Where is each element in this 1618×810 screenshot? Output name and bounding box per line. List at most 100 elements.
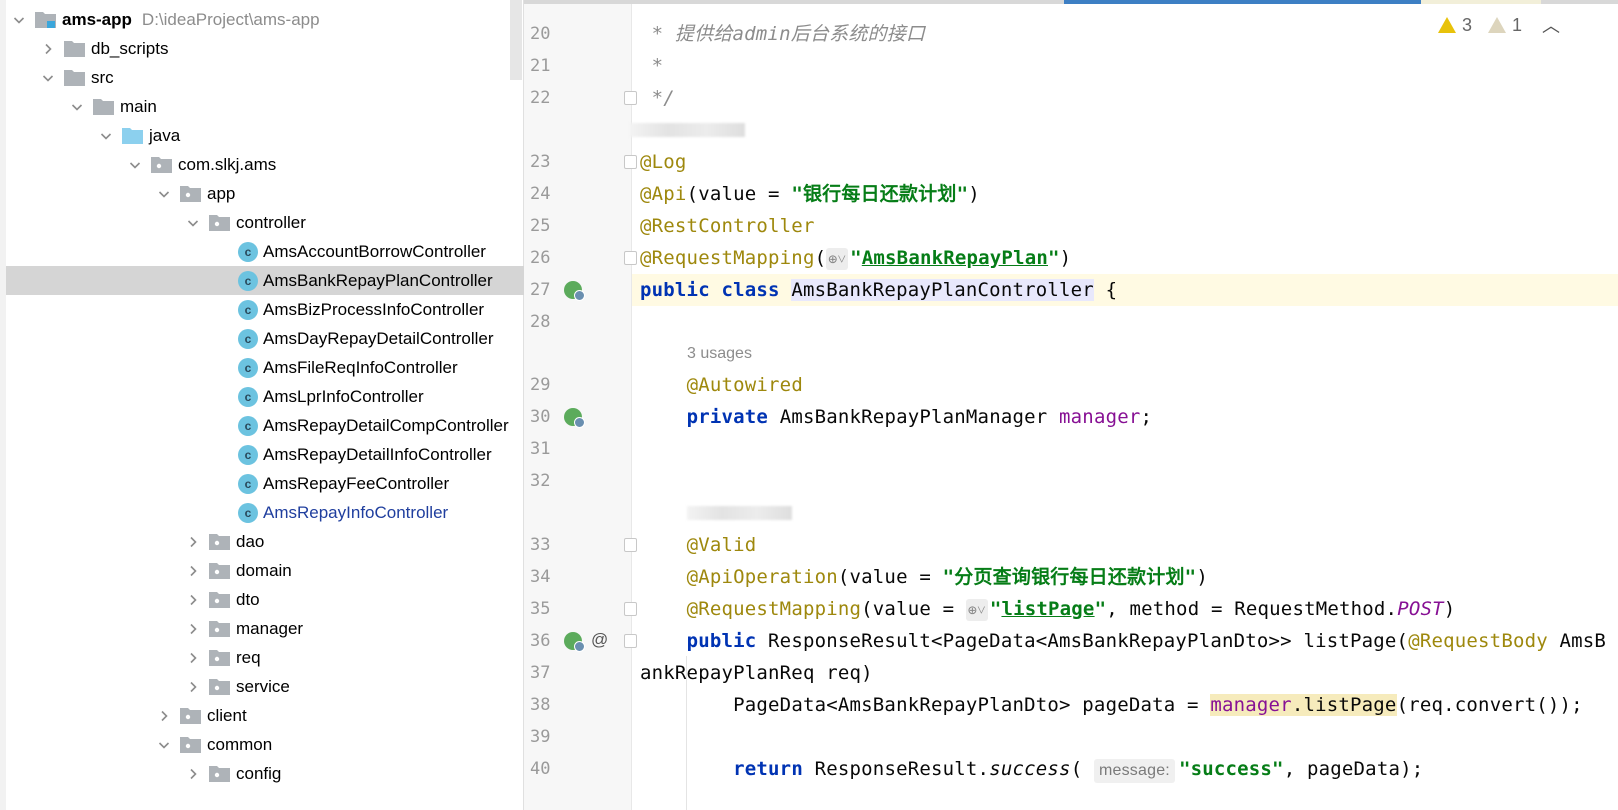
tree-item-dao[interactable]: dao — [6, 527, 524, 556]
code-token: " — [989, 598, 1002, 621]
fold-marker-icon[interactable] — [624, 602, 637, 617]
tree-item-amsbizprocessinfocontroller[interactable]: c AmsBizProcessInfoController — [6, 295, 524, 324]
tree-item-src[interactable]: src — [6, 63, 524, 92]
line-number: 33 — [530, 535, 551, 556]
fold-marker-icon[interactable] — [624, 90, 637, 105]
tree-item-main[interactable]: main — [6, 92, 524, 121]
line-number: 37 — [530, 663, 551, 683]
tree-item-amsbankrepayplancontroller[interactable]: c AmsBankRepayPlanController — [6, 266, 524, 295]
code-token: @RequestMapping — [640, 246, 815, 269]
tree-item-label: dto — [236, 589, 260, 609]
tree-item-ams-app[interactable]: ams-app D:\ideaProject\ams-app — [6, 5, 524, 34]
scroll-marker — [1421, 0, 1541, 4]
tree-item-amsrepaydetailcompcontroller[interactable]: c AmsRepayDetailCompController — [6, 411, 524, 440]
fold-marker-icon[interactable] — [624, 250, 637, 265]
class-icon: c — [238, 357, 258, 378]
chevron-right-icon[interactable] — [185, 534, 201, 550]
code-token: @ApiOperation — [686, 566, 838, 589]
tree-item-req[interactable]: req — [6, 643, 524, 672]
tree-item-amsfilereqinfocontroller[interactable]: c AmsFileReqInfoController — [6, 353, 524, 382]
chevron-down-icon[interactable] — [156, 186, 172, 202]
code-line[interactable]: @RequestMapping(⊕˅ "AmsBankRepayPlan") — [640, 242, 1612, 274]
code-token: ResponseResult<PageData<AmsBankRepayPlan… — [768, 630, 1409, 653]
chevron-right-icon[interactable] — [185, 679, 201, 695]
line-number: 31 — [530, 439, 551, 460]
chevron-right-icon[interactable] — [40, 41, 56, 57]
line-number: 27 — [530, 279, 551, 300]
tree-item-java[interactable]: java — [6, 121, 524, 150]
override-marker-icon[interactable]: @ — [591, 630, 608, 650]
code-line[interactable]: PageData<AmsBankRepayPlanDto> pageData =… — [640, 689, 1612, 721]
chevron-down-icon[interactable] — [156, 737, 172, 753]
code-line[interactable]: @Valid — [640, 529, 1612, 561]
tree-item-config[interactable]: config — [6, 759, 524, 788]
chevron-right-icon[interactable] — [185, 650, 201, 666]
chevron-up-icon[interactable]: ︿ — [1542, 12, 1560, 38]
code-line[interactable]: return ResponseResult.success( message: "… — [640, 753, 1612, 785]
code-line[interactable]: private AmsBankRepayPlanManager manager; — [640, 401, 1612, 433]
package-icon — [209, 214, 230, 231]
tree-item-service[interactable]: service — [6, 672, 524, 701]
globe-icon[interactable]: ⊕˅ — [826, 247, 849, 270]
chevron-right-icon[interactable] — [185, 621, 201, 637]
tree-item-manager[interactable]: manager — [6, 614, 524, 643]
code-line[interactable]: @RestController — [640, 210, 1612, 242]
code-line[interactable]: public ResponseResult<PageData<AmsBankRe… — [640, 625, 1612, 689]
chevron-down-icon[interactable] — [11, 12, 27, 28]
tree-item-app[interactable]: app — [6, 179, 524, 208]
chevron-down-icon[interactable] — [127, 157, 143, 173]
code-line[interactable]: public class AmsBankRepayPlanController … — [640, 274, 1612, 306]
tree-item-amsrepayinfocontroller[interactable]: c AmsRepayInfoController — [6, 498, 524, 527]
code-line[interactable]: @RequestMapping(value = ⊕˅ "listPage", me… — [640, 593, 1612, 625]
project-path: D:\ideaProject\ams-app — [141, 9, 320, 29]
spring-bean-icon[interactable] — [564, 280, 585, 301]
chevron-down-icon[interactable] — [69, 99, 85, 115]
tree-item-amsrepaydetailinfocontroller[interactable]: c AmsRepayDetailInfoController — [6, 440, 524, 469]
code-line[interactable]: */ — [640, 82, 1612, 114]
globe-icon[interactable]: ⊕˅ — [965, 599, 988, 622]
chevron-down-icon[interactable] — [98, 128, 114, 144]
spring-bean-icon[interactable] — [564, 632, 585, 653]
chevron-down-icon[interactable] — [40, 70, 56, 86]
project-tree[interactable]: ams-app D:\ideaProject\ams-app db_scripts s… — [0, 0, 524, 810]
inspection-widget[interactable]: 3 1 ︿ — [1437, 12, 1560, 38]
line-number: 23 — [530, 151, 551, 172]
tree-item-client[interactable]: client — [6, 701, 524, 730]
tree-item-amsdayrepaydetailcontroller[interactable]: c AmsDayRepayDetailController — [6, 324, 524, 353]
fold-marker-icon[interactable] — [624, 154, 637, 169]
tree-item-amslprinfocontroller[interactable]: c AmsLprInfoController — [6, 382, 524, 411]
code-line[interactable]: @Api(value = "银行每日还款计划") — [640, 178, 1612, 210]
line-number: 21 — [530, 55, 551, 76]
tree-scrollbar[interactable] — [510, 0, 522, 80]
editor-top-strip — [524, 0, 1618, 4]
code-token: POST — [1397, 598, 1444, 621]
code-token: @Api — [640, 182, 687, 205]
code-line[interactable]: @Autowired — [640, 369, 1612, 401]
usages-hint[interactable]: 3 usages — [687, 338, 752, 370]
tree-item-dto[interactable]: dto — [6, 585, 524, 614]
code-line[interactable]: @ApiOperation(value = "分页查询银行每日还款计划") — [640, 561, 1612, 593]
code-line[interactable]: @Log — [640, 146, 1612, 178]
module-icon — [35, 11, 56, 28]
tree-item-domain[interactable]: domain — [6, 556, 524, 585]
tree-item-common[interactable]: common — [6, 730, 524, 759]
chevron-right-icon[interactable] — [156, 708, 172, 724]
fold-marker-icon[interactable] — [624, 538, 637, 553]
tree-item-controller[interactable]: controller — [6, 208, 524, 237]
code-token: , method = RequestMethod. — [1106, 598, 1398, 621]
chevron-right-icon[interactable] — [185, 766, 201, 782]
chevron-right-icon[interactable] — [185, 592, 201, 608]
chevron-down-icon[interactable] — [185, 215, 201, 231]
tree-item-amsrepayfeecontroller[interactable]: c AmsRepayFeeController — [6, 469, 524, 498]
code-line[interactable]: * — [640, 50, 1612, 82]
tree-item-com-slkj-ams[interactable]: com.slkj.ams — [6, 150, 524, 179]
fold-marker-icon[interactable] — [624, 634, 637, 649]
spring-bean-icon[interactable] — [564, 408, 585, 429]
tree-item-db-scripts[interactable]: db_scripts — [6, 34, 524, 63]
tree-item-amsaccountborrowcontroller[interactable]: c AmsAccountBorrowController — [6, 237, 524, 266]
tree-item-label: AmsAccountBorrowController — [263, 241, 486, 261]
chevron-right-icon[interactable] — [185, 563, 201, 579]
